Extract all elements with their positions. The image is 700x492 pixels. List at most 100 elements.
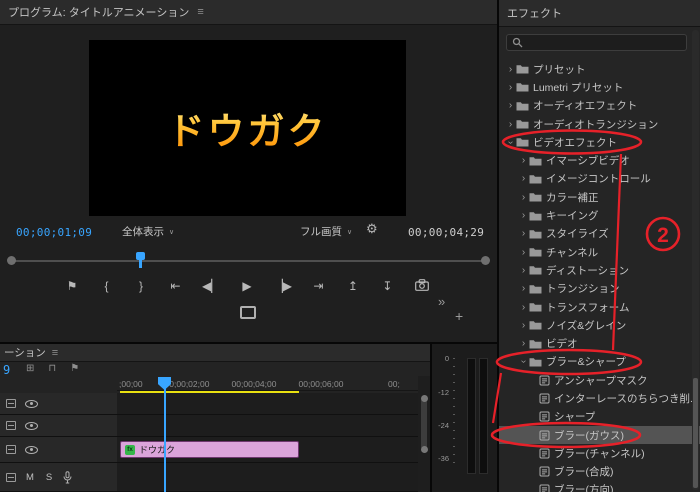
chevron-collapsed-icon[interactable]: › (518, 192, 529, 203)
scrubber-zoom-handle-right[interactable] (481, 256, 490, 265)
effects-search-box[interactable] (506, 34, 687, 51)
render-bar-yellow (120, 391, 299, 393)
step-back-button[interactable]: ◀▏ (202, 280, 220, 292)
nest-sequence-icon[interactable]: ⊞ (26, 364, 34, 374)
mark-in-button[interactable]: { (99, 280, 115, 292)
chevron-collapsed-icon[interactable]: › (518, 338, 529, 349)
scrollbar-handle-dot[interactable] (421, 446, 428, 453)
overflow-chevron-button[interactable]: » (438, 294, 445, 309)
extract-button[interactable]: ↧ (379, 280, 395, 292)
effects-panel-header[interactable]: エフェクト (499, 0, 700, 27)
effects-folder-row[interactable]: ›トランスフォーム (499, 298, 700, 316)
play-button[interactable]: ▶ (239, 280, 255, 292)
voiceover-record-icon[interactable] (63, 471, 72, 484)
effect-item-row[interactable]: アンシャープマスク (499, 371, 700, 389)
chevron-collapsed-icon[interactable]: › (518, 228, 529, 239)
track-content-v1[interactable]: fx ドウガク (117, 437, 418, 462)
lift-button[interactable]: ↥ (345, 280, 361, 292)
effect-item-row[interactable]: ブラー(ガウス) (499, 426, 700, 444)
effects-folder-row[interactable]: ›スタイライズ (499, 225, 700, 243)
effect-item-row[interactable]: ブラー(チャンネル) (499, 444, 700, 462)
chevron-collapsed-icon[interactable]: › (518, 155, 529, 166)
effects-folder-row[interactable]: ›オーディオエフェクト (499, 97, 700, 115)
chevron-collapsed-icon[interactable]: › (518, 302, 529, 313)
scrollbar-thumb[interactable] (693, 378, 698, 488)
chevron-collapsed-icon[interactable]: › (518, 247, 529, 258)
timeline-timecode-fragment[interactable]: 9 (3, 363, 10, 377)
zoom-level-select[interactable]: 全体表示 ∨ (122, 224, 174, 239)
chevron-collapsed-icon[interactable]: › (518, 173, 529, 184)
track-lock-icon[interactable] (6, 421, 16, 430)
track-lock-icon[interactable] (6, 399, 16, 408)
panel-menu-icon[interactable]: ≡ (52, 347, 58, 359)
effects-folder-row[interactable]: ›ビデオエフェクト (499, 133, 700, 151)
chevron-expanded-icon[interactable]: › (505, 137, 516, 148)
program-video-viewer[interactable]: ドウガク (89, 40, 406, 216)
chevron-expanded-icon[interactable]: › (518, 356, 529, 367)
timeline-clip[interactable]: fx ドウガク (120, 441, 299, 458)
scrollbar-handle-dot[interactable] (421, 395, 428, 402)
mute-track-button[interactable]: M (25, 472, 35, 483)
program-monitor-panel: プログラム: タイトルアニメーション ≡ ドウガク 00;00;01;09 全体… (0, 0, 497, 342)
effects-folder-row[interactable]: ›イマーシブビデオ (499, 151, 700, 169)
effects-folder-row[interactable]: ›ブラー&シャープ (499, 353, 700, 371)
timeline-vertical-scrollbar[interactable] (418, 376, 430, 492)
effects-folder-row[interactable]: ›カラー補正 (499, 188, 700, 206)
monitor-playhead[interactable] (136, 252, 145, 260)
chevron-collapsed-icon[interactable]: › (505, 100, 516, 111)
effects-folder-row[interactable]: ›オーディオトランジション (499, 115, 700, 133)
export-frame-button[interactable] (414, 279, 430, 293)
chevron-collapsed-icon[interactable]: › (518, 265, 529, 276)
go-to-in-button[interactable]: ⇤ (168, 280, 184, 292)
button-editor-add-button[interactable]: + (455, 308, 463, 324)
monitor-scrubber-track[interactable] (14, 260, 483, 262)
folder-icon (529, 247, 542, 257)
step-forward-button[interactable]: ▕▶ (273, 280, 291, 292)
effects-scrollbar[interactable] (692, 30, 699, 490)
track-content-v3[interactable] (117, 393, 418, 414)
chevron-collapsed-icon[interactable]: › (518, 320, 529, 331)
add-marker-button[interactable]: ⚑ (64, 280, 80, 292)
effects-folder-row[interactable]: ›トランジション (499, 280, 700, 298)
track-output-toggle-icon[interactable] (25, 400, 38, 408)
effect-item-row[interactable]: ブラー(合成) (499, 463, 700, 481)
comparison-view-button[interactable] (240, 306, 256, 319)
tree-item-label: キーイング (546, 208, 599, 223)
track-lock-icon[interactable] (6, 445, 16, 454)
effect-item-row[interactable]: シャープ (499, 408, 700, 426)
effects-folder-row[interactable]: ›Lumetri プリセット (499, 78, 700, 96)
chevron-collapsed-icon[interactable]: › (505, 119, 516, 130)
current-timecode[interactable]: 00;00;01;09 (16, 226, 92, 239)
effects-folder-row[interactable]: ›イメージコントロール (499, 170, 700, 188)
effects-folder-row[interactable]: ›ビデオ (499, 334, 700, 352)
chevron-collapsed-icon[interactable]: › (505, 82, 516, 93)
track-content-v2[interactable] (117, 415, 418, 436)
chevron-collapsed-icon[interactable]: › (518, 210, 529, 221)
scrubber-zoom-handle-left[interactable] (7, 256, 16, 265)
effect-item-row[interactable]: ブラー(方向) (499, 481, 700, 492)
track-output-toggle-icon[interactable] (25, 422, 38, 430)
effects-folder-row[interactable]: ›ディストーション (499, 261, 700, 279)
chevron-collapsed-icon[interactable]: › (505, 64, 516, 75)
scrollbar-thumb[interactable] (421, 398, 427, 450)
solo-track-button[interactable]: S (44, 472, 54, 483)
effect-item-row[interactable]: インターレースのちらつき削... (499, 389, 700, 407)
track-lock-icon[interactable] (6, 473, 16, 482)
track-output-toggle-icon[interactable] (25, 446, 38, 454)
track-content-a1[interactable] (117, 463, 418, 491)
timeline-panel-header[interactable]: ーション ≡ (0, 344, 430, 362)
snap-icon[interactable]: ⊓ (48, 364, 56, 374)
panel-menu-icon[interactable]: ≡ (197, 6, 203, 18)
effects-search-input[interactable] (527, 37, 681, 48)
effects-folder-row[interactable]: ›チャンネル (499, 243, 700, 261)
effects-folder-row[interactable]: ›プリセット (499, 60, 700, 78)
playback-quality-select[interactable]: フル画質 ∨ (300, 224, 352, 239)
chevron-collapsed-icon[interactable]: › (518, 283, 529, 294)
mark-out-button[interactable]: } (133, 280, 149, 292)
add-marker-icon[interactable]: ⚑ (70, 364, 79, 374)
effects-folder-row[interactable]: ›ノイズ&グレイン (499, 316, 700, 334)
go-to-out-button[interactable]: ⇥ (310, 280, 326, 292)
monitor-settings-wrench-icon[interactable]: ⚙ (366, 221, 378, 237)
effects-folder-row[interactable]: › キーイング (499, 206, 700, 224)
program-panel-header[interactable]: プログラム: タイトルアニメーション ≡ (0, 0, 497, 25)
